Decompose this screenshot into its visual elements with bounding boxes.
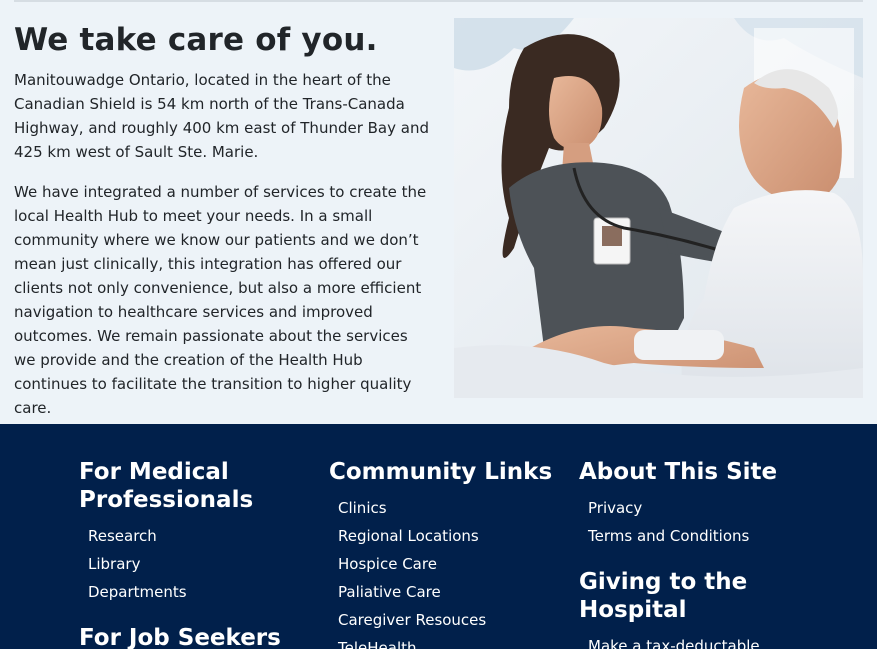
intro-title: We take care of you. xyxy=(14,22,378,58)
footer-link-terms[interactable]: Terms and Conditions xyxy=(579,522,819,550)
footer-heading-giving: Giving to the Hospital xyxy=(579,569,748,623)
footer-link-paliative-care[interactable]: Paliative Care xyxy=(329,578,569,606)
site-footer: For Medical Professionals Research Libra… xyxy=(0,424,877,649)
intro-section: We take care of you. Manitouwadge Ontari… xyxy=(0,0,877,424)
intro-text-block: We take care of you. Manitouwadge Ontari… xyxy=(14,22,430,436)
footer-heading-about: About This Site xyxy=(579,459,778,485)
footer-list-community: Clinics Regional Locations Hospice Care … xyxy=(329,494,569,649)
footer-link-hospice-care[interactable]: Hospice Care xyxy=(329,550,569,578)
footer-list-giving: Make a tax-deductable xyxy=(579,632,819,649)
nurse-patient-photo xyxy=(454,18,863,398)
top-divider xyxy=(14,0,863,2)
footer-link-departments[interactable]: Departments xyxy=(79,578,319,606)
footer-heading-job-seekers: For Job Seekers xyxy=(79,625,281,649)
footer-link-library[interactable]: Library xyxy=(79,550,319,578)
footer-col-about: About This Site Privacy Terms and Condit… xyxy=(579,458,819,649)
footer-link-telehealth[interactable]: TeleHealth xyxy=(329,634,569,649)
footer-list-medical: Research Library Departments xyxy=(79,522,319,606)
footer-link-regional-locations[interactable]: Regional Locations xyxy=(329,522,569,550)
footer-heading-community: Community Links xyxy=(329,459,553,485)
intro-paragraph-location: Manitouwadge Ontario, located in the hea… xyxy=(14,71,429,161)
footer-list-about: Privacy Terms and Conditions xyxy=(579,494,819,550)
footer-link-research[interactable]: Research xyxy=(79,522,319,550)
footer-col-community: Community Links Clinics Regional Locatio… xyxy=(329,458,569,649)
footer-col-medical: For Medical Professionals Research Libra… xyxy=(79,458,319,649)
footer-link-clinics[interactable]: Clinics xyxy=(329,494,569,522)
footer-link-donate[interactable]: Make a tax-deductable xyxy=(579,632,819,649)
footer-link-caregiver-resources[interactable]: Caregiver Resouces xyxy=(329,606,569,634)
footer-heading-medical: For Medical Professionals xyxy=(79,459,254,513)
intro-paragraph-health-hub: We have integrated a number of services … xyxy=(14,183,427,417)
footer-link-privacy[interactable]: Privacy xyxy=(579,494,819,522)
